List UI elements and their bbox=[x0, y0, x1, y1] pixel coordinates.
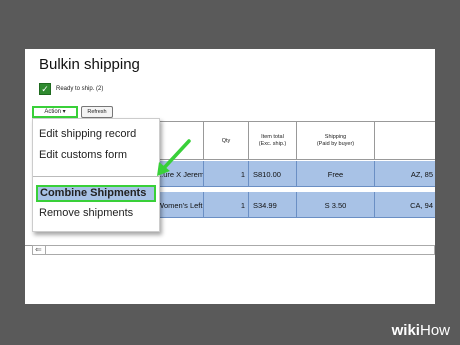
row-qty: 1 bbox=[203, 192, 248, 218]
header-qty: Qty bbox=[203, 122, 248, 160]
horizontal-scrollbar[interactable]: ⇐ bbox=[32, 245, 435, 255]
menu-item-combine-shipments[interactable]: Combine Shipments bbox=[36, 185, 156, 202]
row-total: S34.99 bbox=[248, 192, 296, 218]
header-shipping: Shipping (Paid by buyer) bbox=[296, 122, 374, 160]
pointer-arrow-icon bbox=[157, 139, 191, 176]
ready-checkbox[interactable]: ✓ bbox=[39, 83, 51, 95]
watermark-brand: wiki bbox=[391, 322, 420, 339]
wikihow-watermark: wikiHow bbox=[392, 322, 450, 339]
scrollbar-divider bbox=[45, 246, 46, 254]
row-shipping: Free bbox=[296, 161, 374, 187]
watermark-suffix: How bbox=[419, 322, 450, 339]
menu-item-remove-shipments[interactable]: Remove shipments bbox=[39, 207, 133, 219]
row-destination: CA, 94 bbox=[374, 192, 435, 218]
table-row[interactable]: ...ure X Jeremy... 1 S810.00 Free AZ, 85 bbox=[155, 161, 435, 187]
page-title: Bulkin shipping bbox=[39, 56, 140, 73]
action-button[interactable]: Action ▾ bbox=[32, 106, 78, 118]
row-qty: 1 bbox=[203, 161, 248, 187]
action-dropdown-menu: Edit shipping record Edit customs form C… bbox=[32, 118, 160, 232]
row-destination: AZ, 85 bbox=[374, 161, 435, 187]
header-item-total: Item total (Exc. ship.) bbox=[248, 122, 296, 160]
menu-item-edit-customs-form[interactable]: Edit customs form bbox=[39, 149, 127, 161]
scroll-left-arrow-icon[interactable]: ⇐ bbox=[35, 246, 42, 254]
shipping-window: Bulkin shipping ✓ Ready to ship. (2) Act… bbox=[25, 49, 435, 304]
ready-label: Ready to ship. (2) bbox=[56, 86, 104, 92]
refresh-button[interactable]: Refresh bbox=[81, 106, 113, 118]
ready-to-ship-row: ✓ Ready to ship. (2) bbox=[39, 82, 103, 96]
menu-item-edit-shipping-record[interactable]: Edit shipping record bbox=[39, 128, 136, 140]
row-shipping: S 3.50 bbox=[296, 192, 374, 218]
table-header: Qty Item total (Exc. ship.) Shipping (Pa… bbox=[155, 122, 435, 160]
header-destination bbox=[374, 122, 435, 160]
row-total: S810.00 bbox=[248, 161, 296, 187]
menu-divider bbox=[33, 176, 159, 177]
table-row[interactable]: Women's Left It... 1 S34.99 S 3.50 CA, 9… bbox=[155, 192, 435, 218]
row-item: Women's Left It... bbox=[157, 200, 203, 210]
